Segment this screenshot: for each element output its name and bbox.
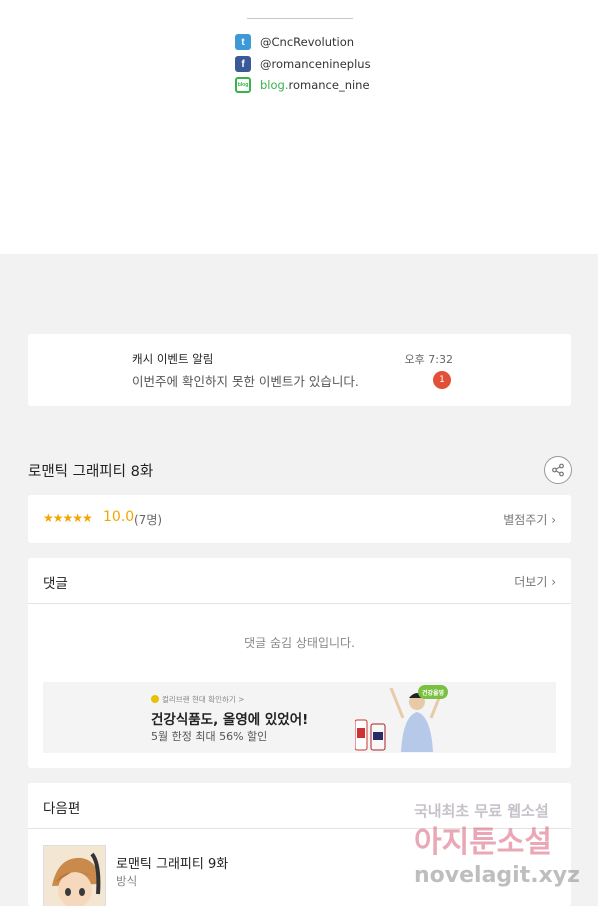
rating-stars: ★★★★★ — [43, 511, 93, 525]
notice-message: 이번주에 확인하지 못한 이벤트가 있습니다. — [132, 374, 359, 389]
rate-button[interactable]: 별점주기 › — [503, 511, 556, 528]
notice-count-badge: 1 — [433, 371, 451, 389]
footer-social-area: t @CncRevolution f @romancenineplus blog… — [0, 0, 598, 254]
comments-label: 댓글 — [43, 576, 68, 592]
comments-header: 댓글 더보기 › — [28, 558, 571, 604]
blog-link[interactable]: blog blog.romance_nine — [235, 77, 370, 93]
facebook-link[interactable]: f @romancenineplus — [235, 56, 371, 72]
ad-small-text: 컬리브랜 현대 확인하기 > — [151, 694, 244, 705]
divider — [247, 18, 353, 19]
watermark-line3: novelagit.xyz — [414, 863, 580, 888]
share-button[interactable] — [544, 456, 572, 484]
blog-address: blog.romance_nine — [260, 78, 370, 92]
facebook-icon: f — [235, 56, 251, 72]
episode-title: 로맨틱 그래피티 8화 — [28, 464, 154, 480]
next-label: 다음편 — [43, 801, 81, 817]
share-icon — [552, 463, 564, 477]
comments-more-link[interactable]: 더보기 › — [514, 573, 556, 590]
rating-count: (7명) — [134, 513, 163, 527]
watermark-line1: 국내최초 무료 웹소설 — [414, 802, 549, 820]
notice-title: 캐시 이벤트 알림 — [132, 352, 214, 366]
notice-time: 오후 7:32 — [404, 353, 453, 366]
comments-hidden-message: 댓글 숨김 상태입니다. — [244, 636, 355, 650]
twitter-handle: @CncRevolution — [260, 35, 355, 49]
ad-logo: 건강올영 — [418, 685, 448, 699]
next-episode-author: 방식 — [116, 874, 138, 888]
twitter-icon: t — [235, 34, 251, 50]
site-watermark: 국내최초 무료 웹소설 아지툰소설 novelagit.xyz — [414, 802, 580, 888]
facebook-handle: @romancenineplus — [260, 57, 371, 71]
blog-icon: blog — [235, 77, 251, 93]
next-episode-title[interactable]: 로맨틱 그래피티 9화 — [116, 853, 228, 872]
ad-dot-icon — [151, 695, 159, 703]
ad-banner[interactable]: 컬리브랜 현대 확인하기 > 건강식품도, 올영에 있었어! 5월 한정 최대 … — [43, 682, 556, 753]
rating-score: 10.0 — [103, 509, 135, 525]
next-episode-thumbnail[interactable] — [43, 845, 106, 906]
ad-subtext: 5월 한정 최대 56% 할인 — [151, 730, 268, 743]
comments-section: 댓글 더보기 › 댓글 숨김 상태입니다. 컬리브랜 현대 확인하기 > 건강식… — [28, 558, 571, 768]
ad-headline: 건강식품도, 올영에 있었어! — [151, 712, 309, 728]
thumbnail-image — [44, 846, 105, 906]
watermark-line2: 아지툰소설 — [414, 825, 552, 860]
twitter-link[interactable]: t @CncRevolution — [235, 34, 354, 50]
cash-event-notice[interactable]: 캐시 이벤트 알림 오후 7:32 이번주에 확인하지 못한 이벤트가 있습니다… — [28, 334, 571, 406]
rating-bar: ★★★★★ 10.0 (7명) 별점주기 › — [28, 495, 571, 543]
